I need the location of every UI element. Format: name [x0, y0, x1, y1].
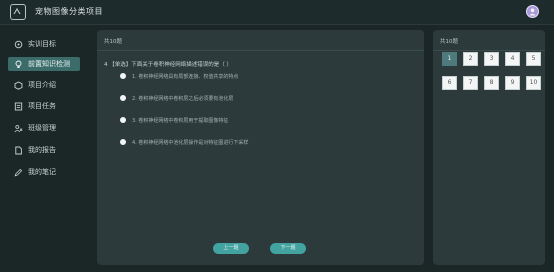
question-text: 4 【单选】下面关于卷积神经网络描述错误的是（ ） — [104, 62, 232, 68]
sidebar-item-label: 我的报告 — [28, 146, 56, 154]
sidebar-item-prior-knowledge-test[interactable]: 前置知识检测 — [8, 57, 80, 71]
option-text: 3. 卷积神经网络中卷积层用于提取图像特征 — [132, 117, 229, 124]
option-text: 2. 卷积神经网络中卷积层之后必须要有池化层 — [132, 95, 234, 102]
option-text: 1. 卷积神经网络具有局部连接、权值共享的特点 — [132, 73, 239, 80]
question-number-button[interactable]: 9 — [505, 76, 520, 90]
question-count: 共10题 — [97, 30, 424, 51]
answer-option[interactable]: 2. 卷积神经网络中卷积层之后必须要有池化层 — [120, 94, 233, 102]
answer-option[interactable]: 3. 卷积神经网络中卷积层用于提取图像特征 — [120, 116, 228, 124]
radio-button[interactable] — [120, 117, 126, 123]
people-icon — [14, 124, 23, 133]
answer-option[interactable]: 1. 卷积神经网络具有局部连接、权值共享的特点 — [120, 72, 238, 80]
radio-button[interactable] — [120, 73, 126, 79]
app-title: 宠物图像分类项目 — [35, 7, 103, 16]
sidebar-item-my-notes[interactable]: 我的笔记 — [8, 165, 80, 179]
sidebar-item-project-intro[interactable]: 项目介绍 — [8, 78, 80, 92]
sidebar-item-label: 前置知识检测 — [28, 60, 70, 68]
pen-icon — [14, 168, 23, 177]
question-number-button[interactable]: 8 — [484, 76, 499, 90]
question-number-button[interactable]: 3 — [484, 52, 499, 66]
option-text: 4. 卷积神经网络中池化层操作是对特征图进行下采样 — [132, 139, 249, 146]
sidebar-item-label: 班级管理 — [28, 124, 56, 132]
question-number-button[interactable]: 2 — [463, 52, 478, 66]
question-number-button[interactable]: 7 — [463, 76, 478, 90]
sidebar-item-label: 项目介绍 — [28, 81, 56, 89]
prev-question-button[interactable]: 上一题 — [213, 243, 249, 254]
sidebar-item-label: 项目任务 — [28, 102, 56, 110]
sidebar-item-label: 我的笔记 — [28, 168, 56, 176]
question-number-button[interactable]: 4 — [505, 52, 520, 66]
sidebar-item-training-goals[interactable]: 实训目标 — [8, 37, 80, 51]
document-icon — [14, 146, 23, 155]
question-number-button[interactable]: 1 — [442, 52, 457, 66]
navigator-count: 共10题 — [433, 30, 545, 51]
lightbulb-icon — [14, 60, 23, 69]
top-bar: 宠物图像分类项目 — [0, 0, 554, 25]
sidebar-item-project-tasks[interactable]: 项目任务 — [8, 99, 80, 113]
sidebar-item-label: 实训目标 — [28, 40, 56, 48]
cube-icon — [14, 80, 23, 90]
sidebar-item-class-management[interactable]: 班级管理 — [8, 121, 80, 135]
app-logo-icon — [10, 4, 26, 20]
sidebar-item-my-reports[interactable]: 我的报告 — [8, 143, 80, 157]
question-number-button[interactable]: 5 — [526, 52, 541, 66]
next-question-button[interactable]: 下一题 — [270, 243, 306, 254]
question-number-button[interactable]: 10 — [526, 76, 541, 90]
sidebar: 实训目标 前置知识检测 项目介绍 项目任务 班级管理 我的报告 我的笔记 — [0, 26, 88, 272]
answer-option[interactable]: 4. 卷积神经网络中池化层操作是对特征图进行下采样 — [120, 138, 248, 146]
task-icon — [14, 102, 23, 111]
user-avatar-icon[interactable] — [526, 5, 539, 18]
radio-button[interactable] — [120, 139, 126, 145]
question-panel: 共10题 4 【单选】下面关于卷积神经网络描述错误的是（ ） 1. 卷积神经网络… — [97, 30, 424, 265]
target-icon — [14, 40, 23, 49]
question-number-button[interactable]: 6 — [442, 76, 457, 90]
question-navigator: 共10题 1 2 3 4 5 6 7 8 9 10 — [433, 30, 545, 265]
radio-button[interactable] — [120, 95, 126, 101]
